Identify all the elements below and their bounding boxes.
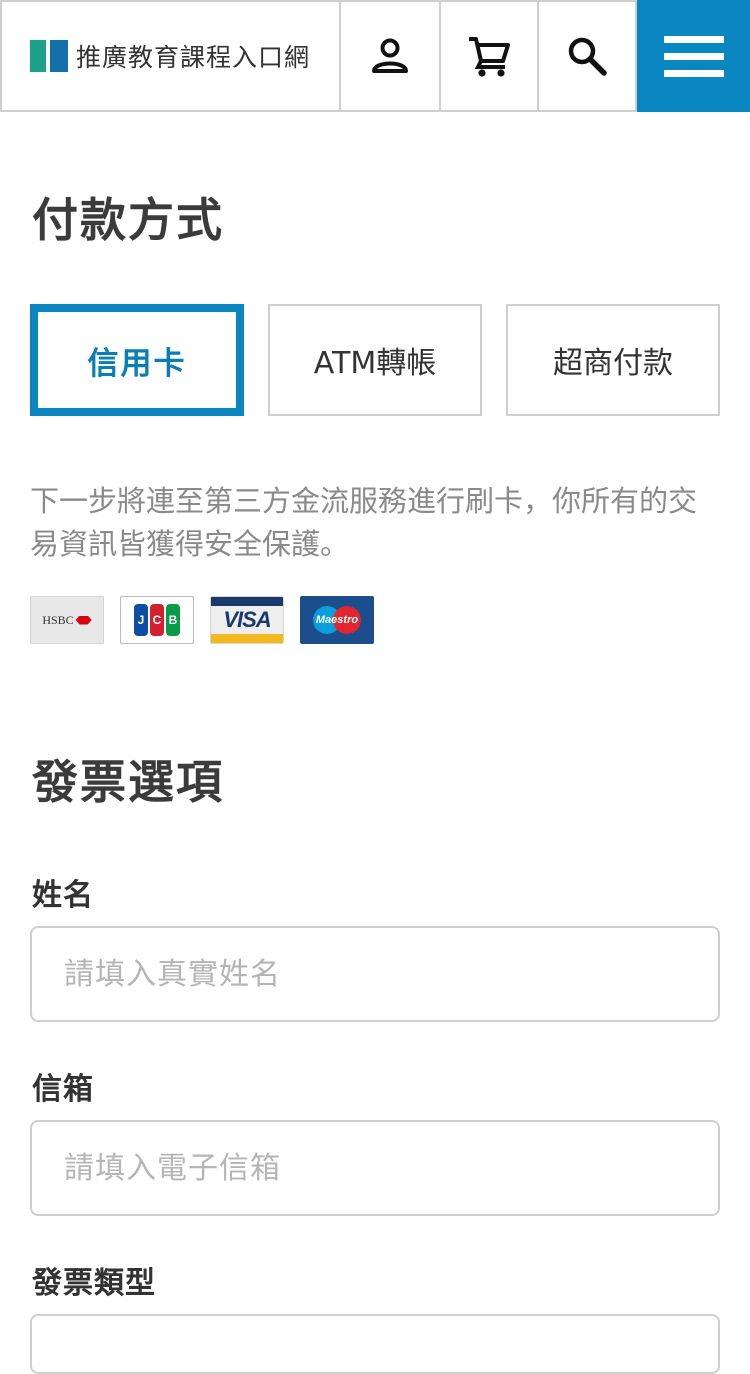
hamburger-menu-button[interactable]: [637, 0, 750, 112]
cart-button[interactable]: [441, 0, 539, 110]
email-label: 信箱: [32, 1072, 94, 1107]
search-icon: [568, 37, 607, 76]
account-button[interactable]: [341, 0, 441, 110]
shopping-cart-icon: [469, 37, 510, 77]
invoice-type-select[interactable]: [30, 1314, 720, 1374]
maestro-logo: Maestro: [300, 596, 374, 644]
name-label: 姓名: [32, 878, 94, 913]
name-field[interactable]: [30, 926, 720, 1022]
payment-security-note: 下一步將連至第三方金流服務進行刷卡，你所有的交易資訊皆獲得安全保護。: [30, 484, 698, 561]
brand-name: 推廣教育課程入口網: [76, 43, 311, 72]
payment-method-title: 付款方式: [32, 193, 224, 247]
invoice-type-label: 發票類型: [32, 1266, 156, 1301]
menu-icon: [663, 35, 724, 43]
brand-logo-icon: [30, 40, 70, 72]
brand-logo-link[interactable]: 推廣教育課程入口網: [0, 0, 341, 110]
tab-atm-transfer[interactable]: ATM轉帳: [268, 304, 482, 416]
email-field[interactable]: [30, 1120, 720, 1216]
invoice-options-title: 發票選項: [32, 755, 224, 809]
visa-logo: VISA: [210, 596, 284, 644]
tab-credit-card[interactable]: 信用卡: [30, 304, 244, 416]
tab-convenience-store[interactable]: 超商付款: [506, 304, 720, 416]
top-navigation-bar: 推廣教育課程入口網: [0, 0, 750, 112]
search-button[interactable]: [539, 0, 637, 110]
jcb-logo: J C B: [120, 596, 194, 644]
user-icon: [372, 38, 408, 73]
hsbc-hexagon-icon: [75, 615, 92, 625]
hsbc-logo: HSBC: [30, 596, 104, 644]
